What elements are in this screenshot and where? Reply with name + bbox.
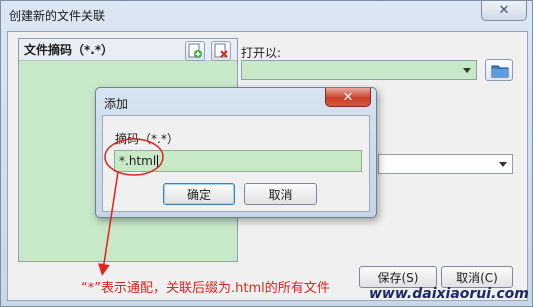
folder-icon	[491, 65, 509, 78]
delete-extension-button[interactable]	[211, 41, 231, 61]
extension-input-value: *.html	[119, 154, 157, 168]
main-window-close-button[interactable]: ✕	[481, 1, 527, 21]
delete-file-icon	[214, 43, 228, 58]
extension-input[interactable]: *.html	[114, 150, 362, 172]
ok-button[interactable]: 确定	[163, 183, 235, 205]
add-file-icon	[188, 43, 202, 58]
cancel-button[interactable]: 取消(C)	[441, 266, 513, 288]
chevron-down-icon	[499, 162, 507, 167]
watermark: www.daixiaorui.com	[369, 286, 529, 302]
main-window-title: 创建新的文件关联	[9, 9, 106, 23]
add-extension-button[interactable]	[185, 41, 205, 61]
open-with-combo[interactable]	[241, 60, 477, 80]
open-with-label: 打开以:	[241, 46, 282, 60]
chevron-down-icon	[463, 68, 471, 73]
add-dialog-title: 添加	[104, 97, 129, 111]
add-dialog-client: 摘码（*.*） *.html 确定 取消	[102, 115, 370, 212]
annotation-text: “*”表示通配，关联后缀为.html的所有文件	[81, 281, 330, 296]
secondary-combo[interactable]	[378, 154, 513, 174]
extension-field-label: 摘码（*.*）	[115, 132, 179, 146]
close-icon: ✕	[498, 3, 510, 18]
save-button[interactable]: 保存(S)	[359, 266, 437, 288]
close-icon: ✕	[342, 89, 354, 105]
add-dialog: 添加 ✕ 摘码（*.*） *.html 确定 取消	[95, 87, 377, 218]
dialog-cancel-button[interactable]: 取消	[244, 183, 317, 205]
browse-folder-button[interactable]	[485, 59, 513, 81]
add-dialog-close-button[interactable]: ✕	[325, 88, 371, 107]
text-caret	[157, 155, 159, 168]
